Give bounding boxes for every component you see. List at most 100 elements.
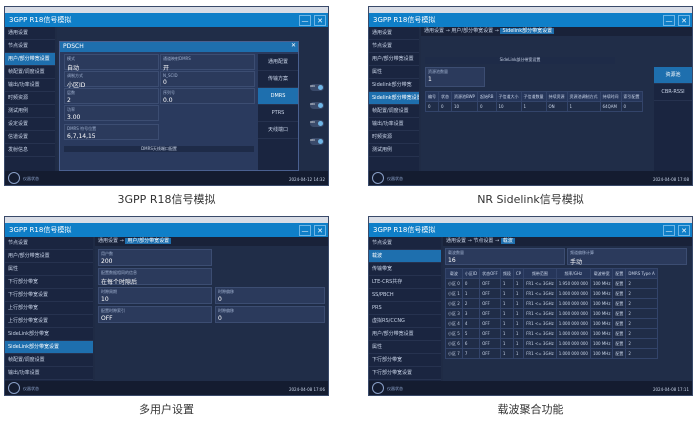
table-cell[interactable]: FR1 <= 3GHz	[523, 278, 557, 289]
dialog-menu-item[interactable]: DMRS	[258, 88, 298, 105]
sidebar-item[interactable]: 下行部分带宽	[369, 354, 441, 367]
table-cell[interactable]: OFF	[479, 278, 501, 289]
sidebar-item[interactable]: 传输带宽	[369, 263, 441, 276]
on-toggle[interactable]: ON	[310, 84, 324, 91]
pdsch-field[interactable]: 层数 2	[64, 88, 159, 104]
sidebar-item[interactable]: 信道设置	[5, 131, 55, 144]
table-cell[interactable]: 配置	[612, 308, 627, 319]
sidebar-item[interactable]: 输出/功率设置	[5, 367, 93, 380]
sidebar-item[interactable]: 通用设置	[369, 27, 419, 40]
pool-count-field[interactable]: 资源池数量 1	[425, 67, 485, 87]
table-cell[interactable]: 2	[625, 288, 658, 299]
table-cell[interactable]: FR1 <= 3GHz	[523, 298, 557, 309]
table-cell[interactable]: 1	[512, 278, 525, 289]
table-cell[interactable]: 1.000 000 000	[555, 338, 591, 349]
table-cell[interactable]: 100 MHz	[589, 348, 614, 359]
table-cell[interactable]: 0	[476, 101, 497, 112]
table-cell[interactable]: 5	[461, 328, 481, 339]
table-cell[interactable]: 1	[512, 298, 525, 309]
breadcrumb-item[interactable]: 节点设置	[473, 238, 493, 244]
table-cell[interactable]: 1	[520, 101, 547, 112]
breadcrumb-item[interactable]: 通用设置	[446, 238, 466, 244]
sidebar-item[interactable]: 属性	[369, 341, 441, 354]
table-row[interactable]: 小区 0 0 OFF 1 1 FR1 <= 3GHz 1.950 000 000 100 MH…	[445, 278, 658, 289]
table-cell[interactable]: 0	[461, 278, 481, 289]
user-field[interactable]: 配置数据相同的信息 在每个时隙后	[98, 268, 212, 286]
sidebar-item[interactable]: 上行部分带宽	[5, 302, 93, 315]
sidebar-item[interactable]: 节点设置	[369, 237, 441, 250]
table-row[interactable]: 小区 4 4 OFF 1 1 FR1 <= 3GHz 1.000 000 000 100 MH…	[445, 318, 658, 329]
table-cell[interactable]: 1	[566, 101, 601, 112]
sidebar-item[interactable]: 下行部分带宽设置	[5, 289, 93, 302]
sidebar-item[interactable]: 下行部分带宽设置	[369, 367, 441, 380]
table-cell[interactable]: 64QAM	[599, 101, 622, 112]
breadcrumb-item[interactable]: 用户/部分带宽设置	[451, 28, 493, 34]
table-cell[interactable]: 小区 1	[445, 288, 463, 299]
sidebar-item[interactable]: 发射信息	[5, 144, 55, 157]
table-cell[interactable]: 1	[512, 318, 525, 329]
sidebar-item[interactable]: 节点设置	[5, 237, 93, 250]
table-cell[interactable]: 0	[620, 101, 643, 112]
table-cell[interactable]: 2	[625, 298, 658, 309]
table-cell[interactable]: 1.000 000 000	[555, 298, 591, 309]
table-cell[interactable]: OFF	[479, 288, 501, 299]
sidebar-item[interactable]: 节点设置	[369, 40, 419, 53]
table-cell[interactable]: 2	[625, 278, 658, 289]
table-row[interactable]: 小区 1 1 OFF 1 1 FR1 <= 3GHz 1.000 000 000 100 MH…	[445, 288, 658, 299]
sidebar-item[interactable]: 输出/功率设置	[369, 118, 419, 131]
pdsch-field[interactable]: DMRS 符号位置 6,7,14,15	[64, 124, 159, 140]
close-button[interactable]: ✕	[678, 15, 690, 26]
sidebar-item[interactable]: 通用设置	[5, 27, 55, 40]
minimize-button[interactable]: —	[299, 15, 311, 26]
table-cell[interactable]: FR1 <= 3GHz	[523, 308, 557, 319]
user-right-field[interactable]: 时隙偏移 0	[215, 306, 325, 323]
table-cell[interactable]: 小区 2	[445, 298, 463, 309]
table-cell[interactable]: 小区 3	[445, 308, 463, 319]
sidebar-item[interactable]: 节点设置	[5, 40, 55, 53]
dialog-menu-item[interactable]: 通用配置	[258, 54, 298, 71]
user-field[interactable]: 配置时隙索引 OFF	[98, 306, 212, 323]
table-cell[interactable]: 2	[625, 348, 658, 359]
table-cell[interactable]: FR1 <= 3GHz	[523, 318, 557, 329]
table-row[interactable]: 小区 6 6 OFF 1 1 FR1 <= 3GHz 1.000 000 000 100 MH…	[445, 338, 658, 349]
table-cell[interactable]: 1	[512, 288, 525, 299]
dialog-menu-item[interactable]: PTRS	[258, 105, 298, 122]
table-cell[interactable]: 100 MHz	[589, 298, 614, 309]
table-cell[interactable]: 1	[499, 278, 514, 289]
table-cell[interactable]: 配置	[612, 338, 627, 349]
table-cell[interactable]: 100 MHz	[589, 278, 614, 289]
table-cell[interactable]: OFF	[479, 298, 501, 309]
carrier-count-field[interactable]: 载波数量 16	[445, 248, 565, 265]
sidebar-item[interactable]: PRS	[369, 302, 441, 315]
user-field[interactable]: 时隙周期 10	[98, 287, 212, 304]
table-cell[interactable]: 2	[461, 298, 481, 309]
sidebar-item[interactable]: SideLink部分带宽设置	[5, 341, 93, 354]
table-cell[interactable]: 1.000 000 000	[555, 348, 591, 359]
table-cell[interactable]: 100 MHz	[589, 338, 614, 349]
user-field[interactable]: 用户数 200	[98, 249, 212, 266]
table-cell[interactable]: 1.950 000 000	[555, 278, 591, 289]
table-cell[interactable]: FR1 <= 3GHz	[523, 338, 557, 349]
table-cell[interactable]: 1	[512, 338, 525, 349]
table-cell[interactable]: OFF	[479, 348, 501, 359]
on-toggle[interactable]: ON	[310, 102, 324, 109]
close-button[interactable]: ✕	[314, 15, 326, 26]
table-cell[interactable]: 配置	[612, 348, 627, 359]
table-cell[interactable]: 7	[461, 348, 481, 359]
table-cell[interactable]: ON	[545, 101, 568, 112]
sidebar-item[interactable]: Sidelink部分带宽设置	[369, 92, 419, 105]
dialog-menu-item[interactable]: 传输方案	[258, 71, 298, 88]
right-menu-item[interactable]: CBR-RSSI	[654, 84, 692, 101]
table-cell[interactable]: 6	[461, 338, 481, 349]
close-button[interactable]: ✕	[314, 225, 326, 236]
sidebar-item[interactable]: 虚拟RS/CCNG	[369, 315, 441, 328]
sidebar-item[interactable]: 输出/功率设置	[5, 79, 55, 92]
table-cell[interactable]: 小区 5	[445, 328, 463, 339]
table-cell[interactable]: 配置	[612, 318, 627, 329]
table-row[interactable]: 小区 3 3 OFF 1 1 FR1 <= 3GHz 1.000 000 000 100 MH…	[445, 308, 658, 319]
table-cell[interactable]: OFF	[479, 328, 501, 339]
sidebar-item[interactable]: 帧配置/调度设置	[5, 354, 93, 367]
breadcrumb-item[interactable]: 通用设置	[98, 238, 118, 244]
table-row[interactable]: 小区 5 5 OFF 1 1 FR1 <= 3GHz 1.000 000 000 100 MH…	[445, 328, 658, 339]
on-toggle[interactable]: ON	[310, 138, 324, 145]
